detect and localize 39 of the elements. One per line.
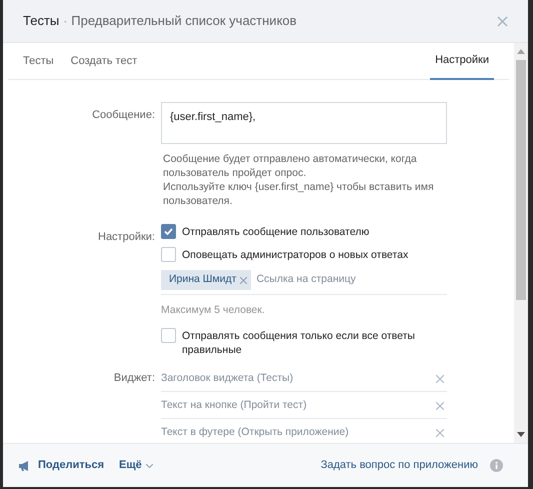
- field-label: Сообщение:: [92, 108, 155, 123]
- help-text: Сообщение будет отправлено автоматически, когда пользователь пройдет опрос.: [162, 152, 418, 180]
- checkbox[interactable]: [161, 328, 176, 343]
- clear-icon[interactable]: [436, 374, 444, 383]
- ask-question-link[interactable]: Задать вопрос по приложению: [320, 457, 478, 474]
- scrollbar[interactable]: [514, 43, 528, 443]
- help-text: Используйте ключ {user.first_name} чтобы вставить имя пользователя.: [162, 180, 435, 208]
- info-icon[interactable]: [490, 459, 503, 472]
- separator-dot: ·: [63, 13, 68, 30]
- person-tag[interactable]: Ирина Шмидт: [161, 270, 252, 290]
- close-icon[interactable]: [497, 16, 508, 26]
- scroll-up-icon[interactable]: [517, 49, 525, 54]
- tab[interactable]: Тесты: [23, 43, 54, 80]
- checkbox[interactable]: [161, 247, 176, 262]
- caret-icon: [146, 464, 153, 468]
- share-link[interactable]: Поделиться: [38, 457, 104, 474]
- field-label: Настройки:: [98, 230, 155, 245]
- widget-input[interactable]: Текст на кнопке (Пройти тест): [161, 392, 447, 419]
- page-link-input[interactable]: Ссылка на страницу: [256, 272, 447, 288]
- checkbox-label: Оповещать администраторов о новых ответах: [182, 248, 408, 262]
- scroll-thumb[interactable]: [516, 60, 526, 300]
- checkbox[interactable]: [161, 224, 176, 239]
- hint-text: Максимум 5 человек.: [161, 303, 266, 318]
- window-title: Тесты: [23, 12, 60, 30]
- tab[interactable]: Создать тест: [70, 43, 138, 80]
- megaphone-icon[interactable]: [18, 460, 31, 472]
- scroll-down-icon[interactable]: [517, 432, 525, 437]
- field-label: Виджет:: [114, 370, 155, 386]
- remove-icon[interactable]: [240, 276, 248, 284]
- clear-icon[interactable]: [436, 402, 444, 410]
- clear-icon[interactable]: [436, 428, 444, 437]
- checkbox-label: Отправлять сообщения только если все ответы правильные: [182, 328, 416, 357]
- more-link[interactable]: Ещё: [119, 457, 153, 474]
- tab[interactable]: Настройки: [430, 43, 494, 80]
- widget-input[interactable]: Заголовок виджета (Тесты): [161, 364, 447, 392]
- checkbox-label: Отправлять сообщение пользователю: [182, 225, 370, 239]
- checkmark-icon: [164, 228, 173, 235]
- message-textarea[interactable]: {user.first_name},: [161, 102, 447, 144]
- window-subtitle: Предварительный список участников: [71, 12, 297, 30]
